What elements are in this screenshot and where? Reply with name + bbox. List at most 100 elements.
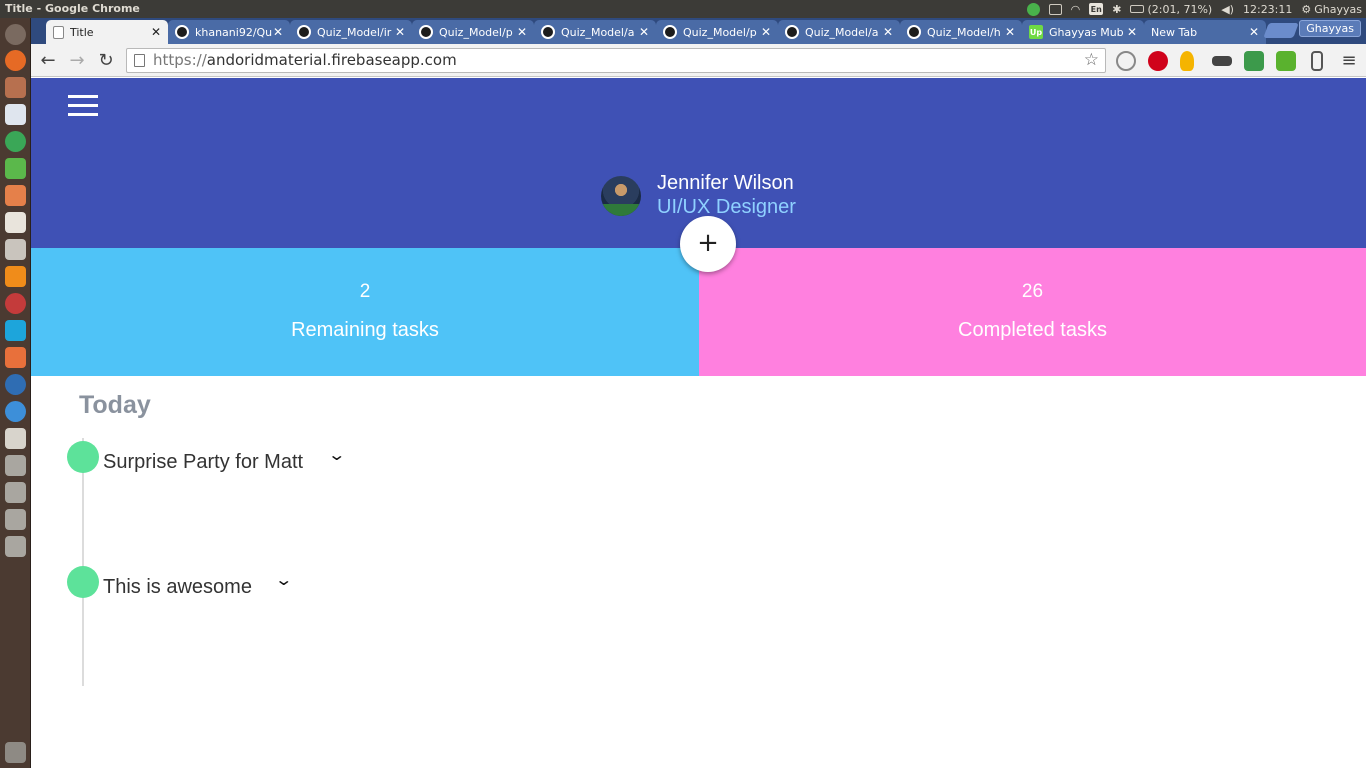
forward-button[interactable]: → bbox=[66, 50, 88, 72]
app-content: Jennifer Wilson UI/UX Designer + 2 Remai… bbox=[31, 78, 1366, 768]
tab-close-icon[interactable]: ✕ bbox=[760, 25, 772, 39]
tab-title[interactable]: Title ✕ bbox=[46, 20, 168, 44]
task-dot bbox=[67, 441, 99, 473]
task-title: Surprise Party for Matt bbox=[103, 451, 304, 473]
battery-indicator[interactable]: (2:01, 71%) bbox=[1130, 3, 1212, 16]
chrome-icon[interactable] bbox=[5, 131, 26, 152]
tab-close-icon[interactable]: ✕ bbox=[150, 25, 162, 39]
tab-strip: Title ✕ khanani92/Qu ✕ Quiz_Model/ir ✕ Q… bbox=[31, 18, 1366, 44]
remaining-tasks-panel[interactable]: 2 Remaining tasks bbox=[31, 248, 699, 376]
tab-label: khanani92/Qu bbox=[195, 25, 272, 39]
window-title: Title - Google Chrome bbox=[5, 2, 140, 15]
tab-label: Quiz_Model/ir bbox=[317, 25, 392, 39]
software-center-icon[interactable] bbox=[5, 185, 26, 206]
gear-icon: ⚙ bbox=[1301, 2, 1312, 16]
task-title: This is awesome bbox=[103, 576, 252, 598]
tab-close-icon[interactable]: ✕ bbox=[1126, 25, 1138, 39]
extension-icon[interactable] bbox=[1244, 51, 1264, 71]
app-icon[interactable] bbox=[5, 401, 26, 422]
bluetooth-icon[interactable]: ✱ bbox=[1112, 3, 1121, 16]
wifi-icon[interactable]: ◠ bbox=[1071, 3, 1081, 16]
user-name-panel: Ghayyas bbox=[1314, 2, 1362, 16]
clock[interactable]: 12:23:11 bbox=[1243, 3, 1292, 16]
page-icon bbox=[53, 25, 64, 39]
app-icon[interactable] bbox=[5, 293, 26, 314]
tab-close-icon[interactable]: ✕ bbox=[1004, 25, 1016, 39]
volume-icon[interactable]: ◀) bbox=[1221, 3, 1234, 16]
github-icon bbox=[175, 25, 189, 39]
timeline-line bbox=[82, 438, 84, 686]
tab-new-tab[interactable]: New Tab ✕ bbox=[1144, 20, 1266, 44]
skype-icon[interactable] bbox=[5, 320, 26, 341]
tab-github[interactable]: Quiz_Model/a ✕ bbox=[778, 20, 900, 44]
tab-close-icon[interactable]: ✕ bbox=[272, 25, 284, 39]
drive-icon[interactable] bbox=[5, 482, 26, 503]
tab-github[interactable]: Quiz_Model/a ✕ bbox=[534, 20, 656, 44]
tab-label: New Tab bbox=[1151, 25, 1198, 39]
url-scheme: https:// bbox=[153, 51, 207, 69]
download-icon[interactable] bbox=[1276, 51, 1296, 71]
profile-button[interactable]: Ghayyas bbox=[1299, 20, 1361, 37]
tab-github[interactable]: khanani92/Qu ✕ bbox=[168, 20, 290, 44]
dash-icon[interactable] bbox=[5, 24, 26, 45]
tab-close-icon[interactable]: ✕ bbox=[638, 25, 650, 39]
incognito-icon[interactable] bbox=[1212, 56, 1232, 66]
drive-icon[interactable] bbox=[5, 536, 26, 557]
settings-icon[interactable] bbox=[5, 239, 26, 260]
drive-icon[interactable] bbox=[5, 455, 26, 476]
section-title: Today bbox=[79, 391, 151, 419]
update-indicator-icon[interactable] bbox=[1026, 2, 1040, 16]
task-item[interactable]: This is awesome ⌄ bbox=[67, 564, 327, 598]
vlc-icon[interactable] bbox=[5, 266, 26, 287]
tab-label: Quiz_Model/p bbox=[683, 25, 757, 39]
tab-github[interactable]: Quiz_Model/p ✕ bbox=[656, 20, 778, 44]
amazon-icon[interactable] bbox=[5, 212, 26, 233]
writer-icon[interactable] bbox=[5, 104, 26, 125]
new-tab-button[interactable] bbox=[1263, 23, 1299, 38]
tab-github[interactable]: Quiz_Model/h ✕ bbox=[900, 20, 1022, 44]
tab-close-icon[interactable]: ✕ bbox=[882, 25, 894, 39]
files-icon[interactable] bbox=[5, 77, 26, 98]
text-editor-icon[interactable] bbox=[5, 428, 26, 449]
tab-close-icon[interactable]: ✕ bbox=[516, 25, 528, 39]
adblock-icon[interactable] bbox=[1148, 51, 1168, 71]
translate-icon[interactable] bbox=[1116, 51, 1136, 71]
app-icon[interactable] bbox=[5, 374, 26, 395]
calc-icon[interactable] bbox=[5, 158, 26, 179]
chevron-down-icon[interactable]: ⌄ bbox=[274, 570, 293, 589]
mobile-icon[interactable] bbox=[1311, 51, 1323, 71]
tab-close-icon[interactable]: ✕ bbox=[394, 25, 406, 39]
firefox-icon[interactable] bbox=[5, 50, 26, 71]
bookmark-star-icon[interactable]: ☆ bbox=[1084, 49, 1099, 72]
task-item[interactable]: Surprise Party for Matt ⌄ bbox=[67, 439, 367, 473]
add-task-button[interactable]: + bbox=[680, 216, 736, 272]
tab-github[interactable]: Quiz_Model/p ✕ bbox=[412, 20, 534, 44]
lightbulb-icon[interactable] bbox=[1180, 51, 1194, 71]
drive-icon[interactable] bbox=[5, 509, 26, 530]
address-bar[interactable]: https://andoridmaterial.firebaseapp.com … bbox=[126, 48, 1106, 73]
screen-icon[interactable] bbox=[1048, 3, 1062, 15]
keyboard-layout[interactable]: En bbox=[1089, 3, 1104, 15]
tab-upwork[interactable]: Up Ghayyas Mub ✕ bbox=[1022, 20, 1144, 44]
upwork-icon: Up bbox=[1029, 25, 1043, 39]
trash-icon[interactable] bbox=[5, 742, 26, 763]
tab-close-icon[interactable]: ✕ bbox=[1248, 25, 1260, 39]
session-menu[interactable]: ⚙ Ghayyas bbox=[1301, 3, 1362, 16]
user-name: Jennifer Wilson bbox=[657, 172, 794, 194]
task-dot bbox=[67, 566, 99, 598]
menu-icon[interactable] bbox=[68, 95, 98, 116]
chrome-menu-button[interactable]: ≡ bbox=[1338, 50, 1360, 72]
system-tray: ◠ En ✱ (2:01, 71%) ◀) 12:23:11 ⚙ Ghayyas bbox=[1026, 1, 1362, 17]
back-button[interactable]: ← bbox=[37, 50, 59, 72]
tab-github[interactable]: Quiz_Model/ir ✕ bbox=[290, 20, 412, 44]
url-host: andoridmaterial.firebaseapp.com bbox=[206, 51, 457, 69]
avatar[interactable] bbox=[601, 176, 641, 216]
completed-tasks-panel[interactable]: 26 Completed tasks bbox=[699, 248, 1366, 376]
completed-label: Completed tasks bbox=[958, 319, 1107, 341]
reload-button[interactable]: ↻ bbox=[95, 50, 117, 72]
tab-label: Quiz_Model/p bbox=[439, 25, 513, 39]
impress-icon[interactable] bbox=[5, 347, 26, 368]
page-info-icon[interactable] bbox=[134, 54, 145, 67]
github-icon bbox=[663, 25, 677, 39]
chevron-down-icon[interactable]: ⌄ bbox=[327, 445, 346, 464]
